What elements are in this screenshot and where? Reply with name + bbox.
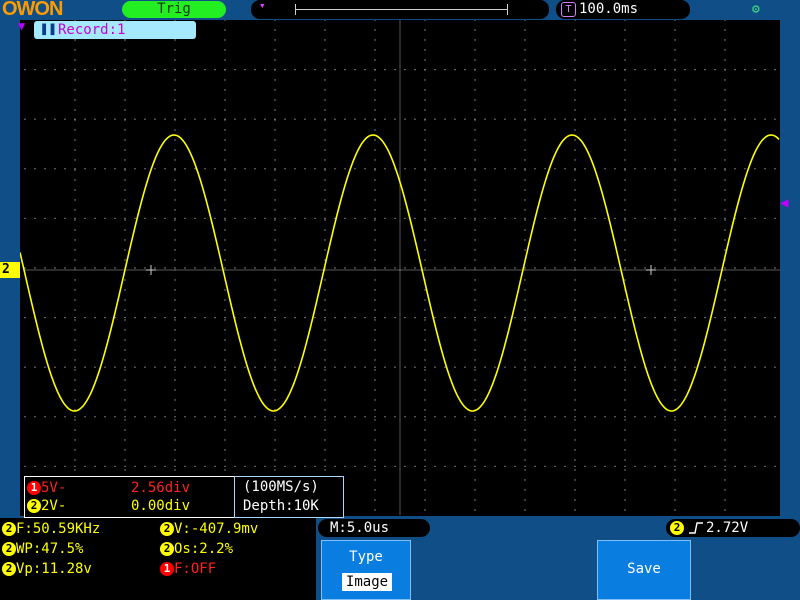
trigger-position-icon: ▾ bbox=[259, 0, 266, 12]
save-type-button[interactable]: Type Image bbox=[321, 540, 411, 600]
record-label: Record:1 bbox=[58, 22, 126, 38]
memory-depth: Depth:10K bbox=[243, 498, 319, 514]
measurement-positive-width: 2 WP:47.5% bbox=[2, 540, 83, 558]
measurement-frequency: 2 F:50.59KHz bbox=[2, 520, 100, 538]
channel-2-badge: 2 bbox=[27, 499, 41, 513]
channel-1-offset: 2.56div bbox=[131, 480, 191, 496]
top-bar: OWON Trig ▾ T 100.0ms ⚙ bbox=[0, 0, 800, 20]
save-button[interactable]: Save bbox=[597, 540, 691, 600]
save-type-value: Image bbox=[342, 573, 392, 591]
measurement-vpp: 2 Vp:11.28v bbox=[2, 560, 92, 578]
horizontal-delay: M:5.0us bbox=[318, 519, 430, 537]
trigger-channel-badge: 2 bbox=[670, 521, 684, 535]
channel-1-info: 1 5V- 2.56div bbox=[27, 479, 190, 498]
channel-2-scale: 2V- bbox=[41, 498, 67, 514]
rising-edge-icon bbox=[689, 522, 703, 534]
channel-2-offset: 0.00div bbox=[131, 498, 191, 514]
timeline-window bbox=[295, 9, 507, 10]
measurement-ch1-frequency: 1 F:OFF bbox=[160, 560, 216, 578]
memory-timeline: ▾ bbox=[251, 0, 549, 19]
sample-rate: (100MS/s) bbox=[243, 479, 319, 495]
measurement-panel: 2 F:50.59KHz 2 V:-407.9mv 2 WP:47.5% 2 Os:2.… bbox=[0, 518, 316, 600]
trigger-time-marker-icon: ▼ bbox=[18, 19, 26, 33]
save-label: Save bbox=[627, 561, 661, 577]
time-icon: T bbox=[561, 2, 576, 17]
timebase-value: 100.0ms bbox=[579, 1, 639, 17]
trigger-info: 2 2.72V bbox=[666, 519, 800, 537]
channel-2-badge: 2 bbox=[2, 542, 16, 556]
measurement-voltage: 2 V:-407.9mv bbox=[160, 520, 258, 538]
channel-2-badge: 2 bbox=[160, 542, 174, 556]
trigger-status-badge: Trig bbox=[122, 1, 226, 18]
waveform-display[interactable]: ❚❚ Record:1 bbox=[20, 20, 780, 516]
trigger-level: 2.72V bbox=[706, 520, 749, 536]
record-status: ❚❚ Record:1 bbox=[34, 21, 196, 39]
measurement-overshoot: 2 Os:2.2% bbox=[160, 540, 233, 558]
trigger-level-marker-icon[interactable]: ◀ bbox=[780, 195, 788, 211]
pause-icon: ❚❚ bbox=[40, 21, 57, 37]
channel-2-info: 2 2V- 0.00div bbox=[27, 497, 190, 516]
channel-2-badge: 2 bbox=[2, 522, 16, 536]
channel-2-waveform bbox=[20, 134, 780, 412]
save-type-label: Type bbox=[349, 549, 383, 565]
channel-info-panel: 1 5V- 2.56div 2 2V- 0.00div bbox=[24, 476, 236, 518]
waveform-trace bbox=[20, 134, 780, 412]
usb-icon: ⚙ bbox=[752, 2, 760, 17]
channel-2-badge: 2 bbox=[2, 562, 16, 576]
channel-1-badge: 1 bbox=[160, 562, 174, 576]
channel-2-badge: 2 bbox=[160, 522, 174, 536]
channel-1-badge: 1 bbox=[27, 481, 41, 495]
timeline-window-right bbox=[507, 4, 508, 15]
owon-logo: OWON bbox=[2, 0, 63, 20]
acquisition-info: (100MS/s) Depth:10K bbox=[234, 476, 344, 518]
channel-1-scale: 5V- bbox=[41, 480, 67, 496]
timebase-display: T 100.0ms bbox=[556, 0, 690, 19]
channel-2-level-marker[interactable]: 2 bbox=[0, 262, 20, 278]
